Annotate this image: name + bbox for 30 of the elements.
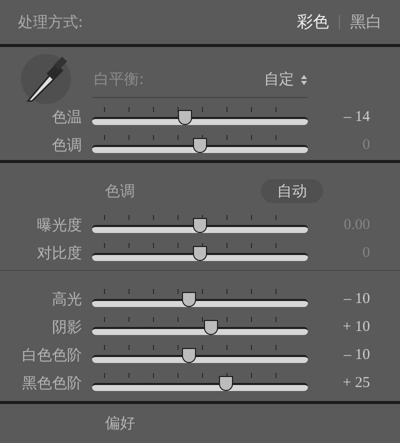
slider-label: 黑色色阶: [21, 372, 83, 394]
slider-label: 白色色阶: [21, 344, 83, 366]
slider-label: 曝光度: [36, 214, 83, 236]
wb-mode-select[interactable]: 自定: [264, 68, 294, 91]
slider-value: – 10: [342, 290, 370, 309]
preference-label: 偏好: [105, 413, 135, 434]
mode-option[interactable]: 彩色: [297, 10, 329, 34]
processing-label: 处理方式:: [18, 12, 84, 33]
slider-thumb[interactable]: [182, 292, 196, 307]
tone-label: 色调: [105, 180, 135, 202]
slider-thumb[interactable]: [204, 320, 218, 335]
slider-label: 色调: [51, 134, 83, 156]
slider-value: + 25: [342, 374, 370, 393]
eyedropper-icon[interactable]: [20, 53, 72, 105]
slider-thumb[interactable]: [193, 246, 207, 261]
stepper-icon: [300, 74, 308, 86]
slider-thumb[interactable]: [193, 218, 207, 233]
mode-option[interactable]: 黑白: [350, 10, 382, 34]
slider-value: + 10: [342, 318, 370, 337]
auto-button[interactable]: 自动: [261, 179, 323, 203]
slider-label: 色温: [51, 106, 83, 128]
slider-thumb[interactable]: [178, 110, 192, 125]
slider-label: 对比度: [36, 242, 83, 264]
slider-thumb[interactable]: [218, 376, 233, 391]
slider-label: 阴影: [51, 316, 83, 338]
slider-value: – 10: [342, 346, 370, 365]
slider-thumb[interactable]: [193, 138, 207, 153]
slider-value: – 14: [342, 108, 370, 127]
slider-label: 高光: [51, 288, 83, 310]
slider-thumb[interactable]: [182, 348, 196, 363]
